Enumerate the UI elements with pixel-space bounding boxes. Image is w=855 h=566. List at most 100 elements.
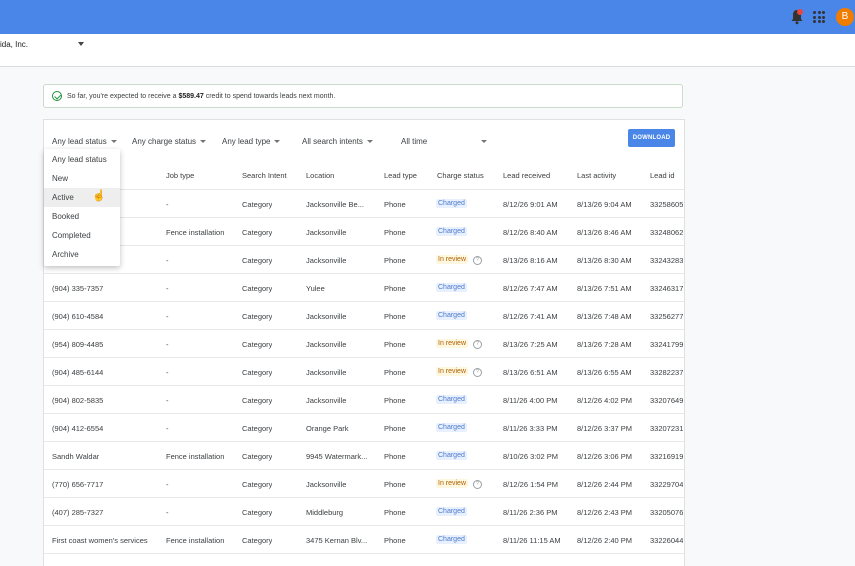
column-header-lead-id[interactable]: Lead id: [650, 171, 675, 180]
cell-last-activity: 8/12/26 2:44 PM: [577, 480, 633, 489]
cell-last-activity: 8/13/26 8:30 AM: [577, 256, 632, 265]
cell-lead-type: Phone: [384, 368, 406, 377]
cell-lead-type: Phone: [384, 452, 406, 461]
cell-location: 3475 Kernan Blv...: [306, 536, 368, 545]
cell-location: Jacksonville: [306, 228, 347, 237]
filter-time-range[interactable]: All time: [401, 137, 488, 146]
menu-item-any-lead-status[interactable]: Any lead status: [44, 150, 120, 169]
check-circle-icon: [52, 91, 62, 101]
cell-lead-received: 8/12/26 8:40 AM: [503, 228, 558, 237]
column-header-lead-received[interactable]: Lead received: [503, 171, 550, 180]
cell-job-type: Fence installation: [166, 536, 225, 545]
charge-status-badge: Charged: [436, 311, 467, 320]
cell-search-intent: Category: [242, 452, 273, 461]
row-divider: [44, 553, 684, 554]
cell-lead-type: Phone: [384, 200, 406, 209]
user-avatar[interactable]: B: [836, 8, 854, 26]
cell-lead-id: 33241799: [650, 340, 684, 349]
help-circle-icon[interactable]: ?: [473, 368, 482, 377]
cell-search-intent: Category: [242, 228, 273, 237]
charge-status-badge: Charged: [436, 451, 467, 460]
cell-lead-id: 33248062: [650, 228, 684, 237]
account-selector-label[interactable]: ida, Inc.: [0, 40, 28, 49]
filter-lead-status[interactable]: Any lead status: [52, 137, 117, 146]
cell-location: Orange Park: [306, 424, 349, 433]
cell-lead-received: 8/11/26 2:36 PM: [503, 508, 558, 517]
cell-job-type: Fence installation: [166, 452, 225, 461]
cell-location: Middleburg: [306, 508, 344, 517]
column-header-last-activity[interactable]: Last activity: [577, 171, 616, 180]
cell-lead-received: 8/11/26 11:15 AM: [503, 536, 561, 545]
column-header-job-type[interactable]: Job type: [166, 171, 194, 180]
cell-last-activity: 8/13/26 6:55 AM: [577, 368, 632, 377]
cell-contact: (904) 412-6554: [52, 424, 104, 433]
menu-item-active[interactable]: Active: [44, 188, 120, 207]
cell-lead-received: 8/12/26 9:01 AM: [503, 200, 558, 209]
cell-lead-id: 33207649: [650, 396, 684, 405]
charge-status-badge: In review: [436, 479, 469, 488]
cell-last-activity: 8/12/26 2:40 PM: [577, 536, 633, 545]
cell-search-intent: Category: [242, 340, 273, 349]
notification-badge-icon: [797, 9, 803, 15]
cell-job-type: -: [166, 312, 169, 321]
lead-status-dropdown-menu: Any lead status New Active Booked Comple…: [44, 149, 120, 266]
menu-item-completed[interactable]: Completed: [44, 226, 120, 245]
cell-lead-received: 8/13/26 6:51 AM: [503, 368, 558, 377]
cell-lead-id: 33207231: [650, 424, 684, 433]
help-circle-icon[interactable]: ?: [473, 340, 482, 349]
cell-search-intent: Category: [242, 508, 273, 517]
cell-search-intent: Category: [242, 480, 273, 489]
menu-item-archive[interactable]: Archive: [44, 245, 120, 264]
hand-pointer-icon: ☝: [92, 190, 106, 202]
cell-last-activity: 8/13/26 7:51 AM: [577, 284, 632, 293]
menu-item-new[interactable]: New: [44, 169, 120, 188]
cell-lead-id: 33205076: [650, 508, 684, 517]
cell-location: Jacksonville: [306, 480, 347, 489]
cell-lead-received: 8/11/26 3:33 PM: [503, 424, 558, 433]
cell-job-type: Fence installation: [166, 228, 225, 237]
cell-lead-type: Phone: [384, 508, 406, 517]
chevron-down-icon: [274, 140, 281, 144]
menu-item-booked[interactable]: Booked: [44, 207, 120, 226]
cell-lead-type: Phone: [384, 340, 406, 349]
cell-last-activity: 8/12/26 3:06 PM: [577, 452, 633, 461]
filter-charge-status[interactable]: Any charge status: [132, 137, 207, 146]
filter-search-intents[interactable]: All search intents: [302, 137, 373, 146]
cell-last-activity: 8/13/26 8:46 AM: [577, 228, 632, 237]
cell-lead-id: 33282237: [650, 368, 684, 377]
cell-job-type: -: [166, 508, 169, 517]
charge-status-badge: Charged: [436, 423, 467, 432]
account-bar: [0, 34, 855, 67]
cell-location: Yulee: [306, 284, 325, 293]
column-header-lead-type[interactable]: Lead type: [384, 171, 417, 180]
column-header-charge-status[interactable]: Charge status: [437, 171, 484, 180]
cell-lead-received: 8/13/26 7:25 AM: [503, 340, 558, 349]
help-circle-icon[interactable]: ?: [473, 480, 482, 489]
chevron-down-icon: [366, 140, 373, 144]
cell-lead-received: 8/10/26 3:02 PM: [503, 452, 559, 461]
apps-grid-icon[interactable]: [813, 11, 825, 23]
help-circle-icon[interactable]: ?: [473, 256, 482, 265]
cell-last-activity: 8/13/26 9:04 AM: [577, 200, 632, 209]
cell-lead-id: 33258605: [650, 200, 684, 209]
column-header-location[interactable]: Location: [306, 171, 334, 180]
filter-lead-type[interactable]: Any lead type: [222, 137, 281, 146]
column-header-search-intent[interactable]: Search Intent: [242, 171, 287, 180]
row-divider: [44, 217, 684, 218]
cell-lead-received: 8/11/26 4:00 PM: [503, 396, 558, 405]
cell-search-intent: Category: [242, 396, 273, 405]
row-divider: [44, 385, 684, 386]
cell-last-activity: 8/12/26 2:43 PM: [577, 508, 633, 517]
charge-status-badge: Charged: [436, 507, 467, 516]
cell-search-intent: Category: [242, 284, 273, 293]
charge-status-badge: Charged: [436, 535, 467, 544]
cell-last-activity: 8/13/26 7:28 AM: [577, 340, 632, 349]
chevron-down-icon[interactable]: [78, 42, 84, 46]
chevron-down-icon: [200, 140, 207, 144]
charge-status-badge: In review: [436, 367, 469, 376]
cell-job-type: -: [166, 424, 169, 433]
credit-notice-banner: So far, you're expected to receive a $58…: [43, 84, 683, 108]
cell-lead-id: 33216919: [650, 452, 684, 461]
download-button[interactable]: DOWNLOAD: [628, 129, 675, 147]
cell-job-type: -: [166, 200, 169, 209]
